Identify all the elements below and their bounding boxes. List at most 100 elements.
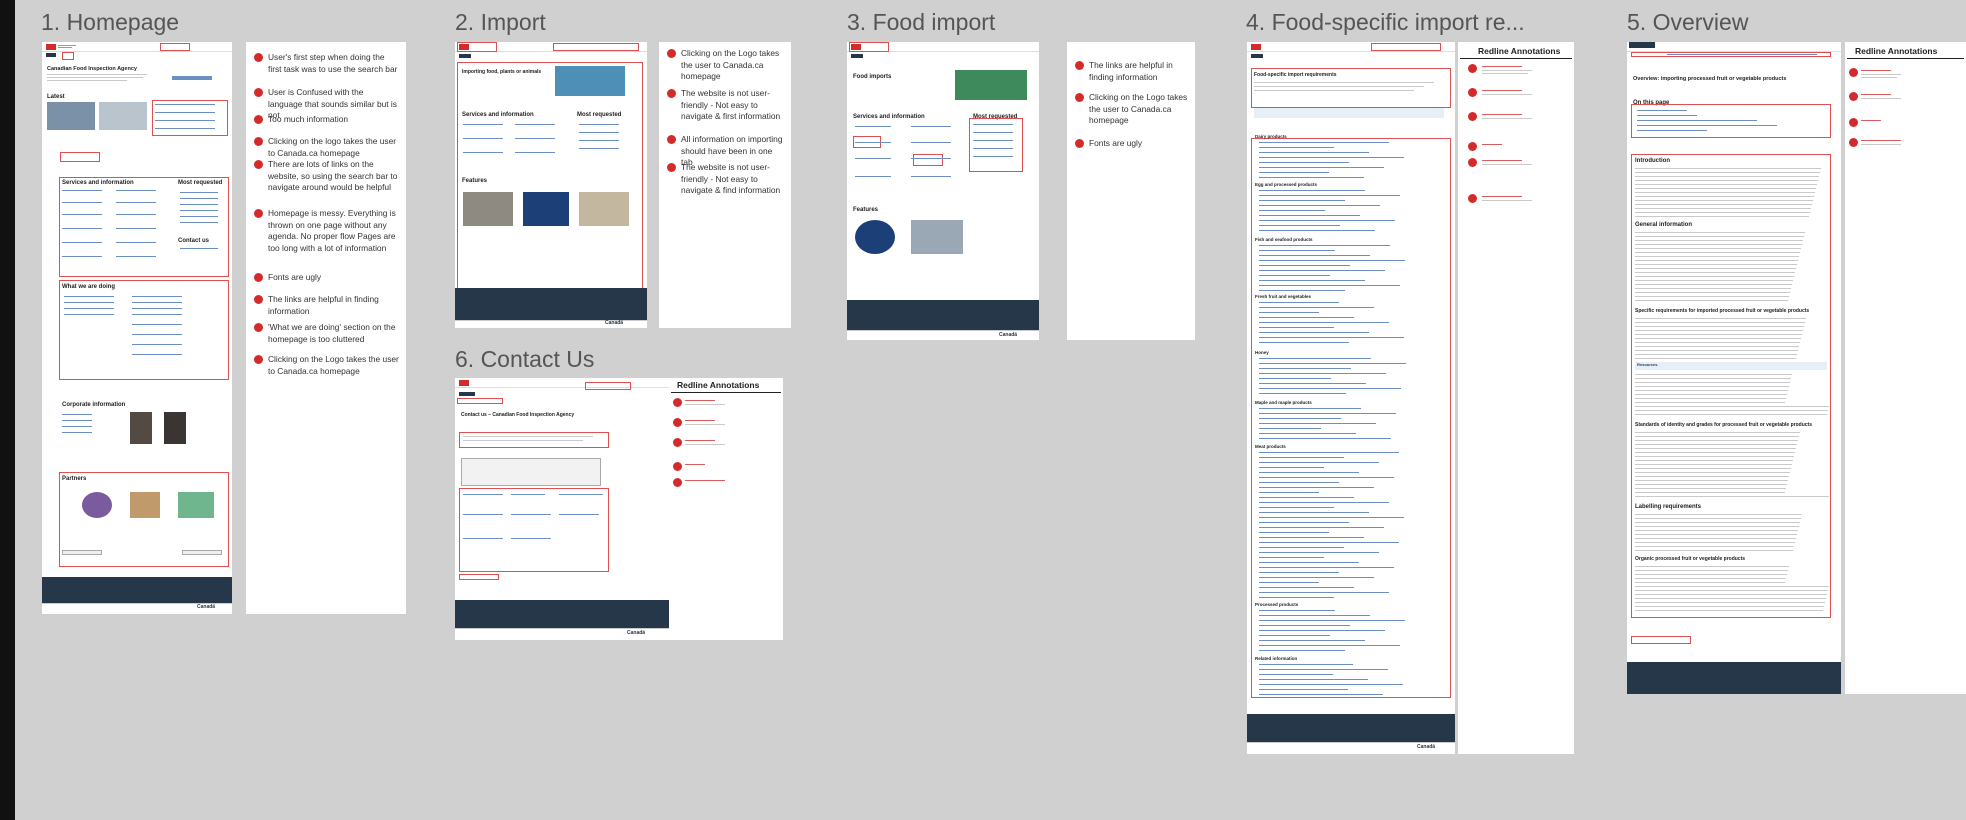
- link-line[interactable]: [1259, 327, 1334, 328]
- link-line[interactable]: [1259, 669, 1388, 670]
- link-line[interactable]: [1259, 562, 1359, 563]
- link-line[interactable]: [1259, 383, 1366, 384]
- link-line[interactable]: [1259, 255, 1370, 256]
- canada-flag-icon[interactable]: [46, 44, 56, 50]
- link-line[interactable]: [1259, 477, 1394, 478]
- feature-image-2[interactable]: [911, 220, 963, 254]
- link-line[interactable]: [1259, 307, 1374, 308]
- link-line[interactable]: [1259, 200, 1345, 201]
- search-bar-highlight[interactable]: [553, 43, 639, 51]
- link-line[interactable]: [1259, 679, 1368, 680]
- link-line[interactable]: [1259, 418, 1341, 419]
- link-line[interactable]: [1259, 230, 1375, 231]
- link-line[interactable]: [1259, 152, 1369, 153]
- link-line[interactable]: [1259, 280, 1365, 281]
- link-line[interactable]: [1259, 302, 1339, 303]
- link-line[interactable]: [1259, 388, 1401, 389]
- feature-image-3[interactable]: [579, 192, 629, 226]
- link-line[interactable]: [1259, 363, 1406, 364]
- link-line[interactable]: [1259, 215, 1360, 216]
- link-line[interactable]: [1259, 497, 1354, 498]
- search-bar-highlight[interactable]: [1371, 43, 1441, 51]
- link-line[interactable]: [1259, 472, 1359, 473]
- link-line[interactable]: [1259, 467, 1324, 468]
- link-line[interactable]: [1259, 512, 1369, 513]
- link-line[interactable]: [1259, 547, 1344, 548]
- link-line[interactable]: [1259, 147, 1334, 148]
- link-line[interactable]: [1259, 378, 1331, 379]
- link-line[interactable]: [1259, 177, 1364, 178]
- link-line[interactable]: [1259, 162, 1349, 163]
- link-line[interactable]: [1259, 368, 1351, 369]
- partners-image[interactable]: [82, 492, 112, 518]
- link-line[interactable]: [1259, 674, 1333, 675]
- link-line[interactable]: [1259, 542, 1399, 543]
- link-line[interactable]: [1259, 635, 1330, 636]
- search-bar-highlight[interactable]: [160, 43, 190, 51]
- link-line[interactable]: [1259, 285, 1400, 286]
- link-line[interactable]: [1259, 250, 1335, 251]
- menu-button[interactable]: [46, 53, 56, 57]
- cfia-logo-feature[interactable]: [855, 220, 895, 254]
- link-line[interactable]: [1259, 577, 1374, 578]
- link-line[interactable]: [1259, 373, 1386, 374]
- canada-flag-icon[interactable]: [459, 380, 469, 386]
- link-line[interactable]: [1259, 684, 1403, 685]
- feature-image-1[interactable]: [463, 192, 513, 226]
- link-line[interactable]: [1259, 428, 1321, 429]
- link-line[interactable]: [1259, 275, 1330, 276]
- link-line[interactable]: [1259, 582, 1319, 583]
- link-line[interactable]: [1259, 167, 1384, 168]
- link-line[interactable]: [1259, 393, 1346, 394]
- link-line[interactable]: [1259, 408, 1361, 409]
- link-line[interactable]: [1259, 694, 1383, 695]
- feature-image-cfia[interactable]: [523, 192, 569, 226]
- link-line[interactable]: [1259, 438, 1391, 439]
- link-line[interactable]: [1259, 332, 1369, 333]
- link-line[interactable]: [1259, 317, 1354, 318]
- link-line[interactable]: [1259, 482, 1339, 483]
- link-line[interactable]: [1259, 567, 1394, 568]
- news-image-2[interactable]: [99, 102, 147, 130]
- link-line[interactable]: [1259, 172, 1329, 173]
- link-line[interactable]: [1259, 597, 1334, 598]
- link-line[interactable]: [1259, 610, 1335, 611]
- link-line[interactable]: [1259, 413, 1396, 414]
- link-line[interactable]: [1259, 322, 1389, 323]
- link-line[interactable]: [1259, 487, 1374, 488]
- link-line[interactable]: [1259, 205, 1380, 206]
- search-bar-highlight[interactable]: [585, 382, 631, 390]
- link-line[interactable]: [1259, 587, 1354, 588]
- link-line[interactable]: [1259, 210, 1325, 211]
- link-line[interactable]: [1259, 312, 1319, 313]
- link-line[interactable]: [1259, 342, 1349, 343]
- link-line[interactable]: [1259, 423, 1376, 424]
- link-line[interactable]: [1259, 615, 1370, 616]
- link-line[interactable]: [1259, 337, 1404, 338]
- link-line[interactable]: [1259, 517, 1404, 518]
- news-image-1[interactable]: [47, 102, 95, 130]
- link-line[interactable]: [1259, 265, 1350, 266]
- link-line[interactable]: [1259, 433, 1356, 434]
- link-line[interactable]: [1259, 225, 1340, 226]
- link-line[interactable]: [1259, 502, 1389, 503]
- link-line[interactable]: [1259, 190, 1365, 191]
- link-line[interactable]: [1259, 527, 1384, 528]
- link-line[interactable]: [1259, 142, 1389, 143]
- link-line[interactable]: [1259, 260, 1405, 261]
- link-line[interactable]: [1259, 245, 1390, 246]
- link-line[interactable]: [1259, 492, 1319, 493]
- link-line[interactable]: [1259, 650, 1345, 651]
- link-line[interactable]: [1259, 270, 1385, 271]
- link-line[interactable]: [1259, 689, 1348, 690]
- link-line[interactable]: [1259, 630, 1385, 631]
- link-line[interactable]: [1259, 290, 1345, 291]
- link-line[interactable]: [1259, 572, 1339, 573]
- link-line[interactable]: [1259, 592, 1389, 593]
- partners-image-3[interactable]: [178, 492, 214, 518]
- link-line[interactable]: [1259, 358, 1371, 359]
- link-line[interactable]: [1259, 552, 1379, 553]
- link-line[interactable]: [1259, 195, 1400, 196]
- link-line[interactable]: [1259, 220, 1395, 221]
- canada-flag-icon[interactable]: [1251, 44, 1261, 50]
